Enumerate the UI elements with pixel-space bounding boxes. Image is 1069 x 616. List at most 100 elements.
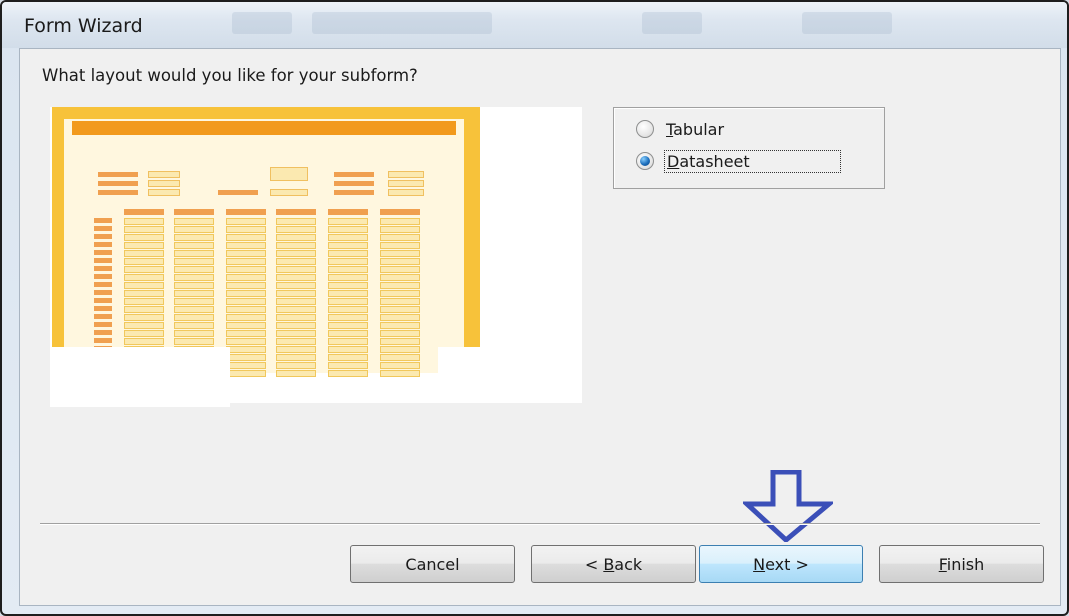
preview-cell: [124, 242, 164, 249]
preview-cell: [276, 362, 316, 369]
preview-column-header: [328, 209, 368, 215]
preview-cell: [226, 314, 266, 321]
preview-cell: [124, 258, 164, 265]
preview-cell: [276, 306, 316, 313]
down-arrow-icon: [743, 470, 833, 542]
preview-cell: [380, 266, 420, 273]
radio-button-unselected[interactable]: [636, 120, 654, 138]
preview-field: [388, 180, 424, 187]
preview-cell: [276, 314, 316, 321]
preview-label: [334, 190, 374, 195]
preview-cell: [124, 218, 164, 225]
preview-cell: [174, 330, 214, 337]
preview-row-selector: [94, 250, 112, 255]
preview-cell: [124, 322, 164, 329]
preview-column-header: [124, 209, 164, 215]
preview-cell: [124, 306, 164, 313]
preview-cell: [328, 242, 368, 249]
preview-field: [148, 180, 180, 187]
preview-row-selector: [94, 274, 112, 279]
layout-preview-image: [50, 107, 582, 407]
preview-cell: [328, 362, 368, 369]
preview-cell: [276, 354, 316, 361]
radio-label-datasheet: Datasheet: [664, 149, 841, 173]
window-title: Form Wizard: [24, 15, 143, 37]
preview-cell: [328, 346, 368, 353]
preview-cell: [380, 274, 420, 281]
preview-cell: [380, 322, 420, 329]
radio-button-selected[interactable]: [636, 152, 654, 170]
preview-label: [334, 172, 374, 177]
preview-row-selector: [94, 290, 112, 295]
finish-button[interactable]: Finish: [879, 545, 1044, 583]
preview-column-header: [174, 209, 214, 215]
title-bar: Form Wizard: [2, 2, 1067, 48]
preview-cell: [328, 250, 368, 257]
preview-cell: [124, 330, 164, 337]
preview-row-selector: [94, 282, 112, 287]
preview-cell: [380, 242, 420, 249]
preview-cell: [380, 234, 420, 241]
preview-cell: [174, 250, 214, 257]
preview-row-selector: [94, 226, 112, 231]
radio-tabular[interactable]: Tabular: [636, 116, 726, 142]
preview-cell: [174, 242, 214, 249]
cancel-button-label: Cancel: [405, 554, 460, 574]
preview-field: [270, 167, 308, 181]
preview-cell: [124, 226, 164, 233]
preview-cell: [276, 218, 316, 225]
preview-field: [388, 189, 424, 196]
preview-cell: [124, 290, 164, 297]
preview-cell: [380, 290, 420, 297]
preview-label: [334, 181, 374, 186]
preview-cell: [276, 298, 316, 305]
back-button[interactable]: < Back: [531, 545, 696, 583]
preview-cell: [174, 274, 214, 281]
radio-datasheet[interactable]: Datasheet: [636, 148, 841, 174]
preview-cell: [226, 298, 266, 305]
preview-row-selector: [94, 314, 112, 319]
preview-cell: [328, 258, 368, 265]
preview-cell: [226, 250, 266, 257]
preview-row-selector: [94, 234, 112, 239]
preview-cell: [328, 354, 368, 361]
preview-cell: [174, 282, 214, 289]
preview-cell: [226, 282, 266, 289]
preview-cell: [380, 370, 420, 377]
preview-cell: [328, 282, 368, 289]
preview-column-header: [276, 209, 316, 215]
preview-cell: [380, 346, 420, 353]
preview-cell: [380, 354, 420, 361]
preview-cell: [174, 266, 214, 273]
background-ribbon-ghost: [642, 12, 702, 34]
preview-cell: [174, 218, 214, 225]
preview-field: [148, 171, 180, 178]
preview-row-selector: [94, 322, 112, 327]
preview-cell: [276, 250, 316, 257]
preview-column-header: [380, 209, 420, 215]
background-ribbon-ghost: [802, 12, 892, 34]
preview-cell: [226, 218, 266, 225]
preview-cell: [226, 234, 266, 241]
preview-cell: [380, 306, 420, 313]
radio-label-tabular: Tabular: [666, 119, 725, 139]
preview-cell: [328, 226, 368, 233]
preview-cell: [174, 298, 214, 305]
preview-cell: [276, 226, 316, 233]
preview-cell: [328, 274, 368, 281]
preview-cell: [174, 306, 214, 313]
preview-cell: [276, 370, 316, 377]
preview-cell: [276, 322, 316, 329]
preview-cell: [380, 362, 420, 369]
next-button[interactable]: Next >: [699, 545, 863, 583]
preview-cell: [328, 314, 368, 321]
preview-label: [98, 172, 138, 177]
preview-cell: [380, 314, 420, 321]
preview-label: [98, 190, 138, 195]
preview-field: [148, 189, 180, 196]
preview-cell: [328, 266, 368, 273]
finish-button-label: Finish: [938, 554, 985, 574]
cancel-button[interactable]: Cancel: [350, 545, 515, 583]
preview-cell: [328, 234, 368, 241]
preview-cell: [174, 322, 214, 329]
